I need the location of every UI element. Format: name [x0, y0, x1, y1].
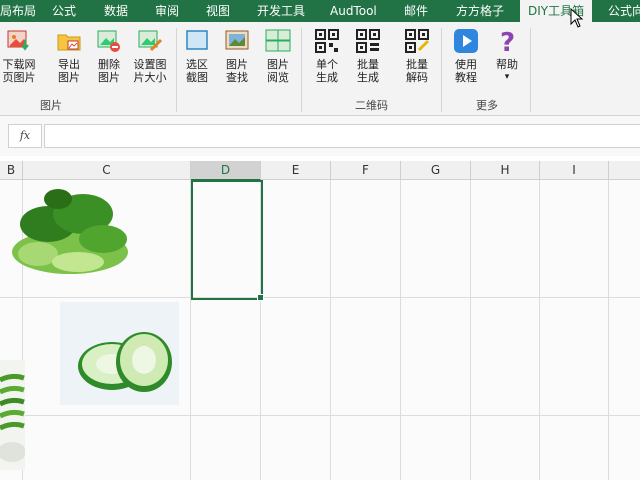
- export-pictures-button[interactable]: 导出 图片: [50, 28, 88, 84]
- delete-picture-icon: [97, 30, 120, 52]
- group-label-more: 更多: [476, 99, 498, 112]
- tab-developer[interactable]: 开发工具: [257, 0, 305, 22]
- tab-data[interactable]: 数据: [104, 0, 128, 22]
- set-picture-size-label2: 片大小: [133, 71, 167, 84]
- mouse-cursor-icon: [570, 8, 584, 28]
- qr-decode-label2: 解码: [406, 71, 428, 84]
- browse-picture-label2: 阅览: [267, 71, 289, 84]
- tab-formula-more[interactable]: 公式向: [608, 0, 640, 22]
- group-divider: [441, 28, 442, 112]
- export-pictures-label1: 导出: [58, 58, 80, 71]
- qr-single-icon: [315, 29, 339, 53]
- download-web-pictures-button[interactable]: 下载网 页图片: [0, 28, 38, 84]
- group-divider: [301, 28, 302, 112]
- find-picture-icon: [225, 30, 249, 50]
- region-screenshot-button[interactable]: 选区 截图: [178, 28, 216, 84]
- tutorial-button[interactable]: 使用 教程: [447, 28, 485, 84]
- help-icon: ?: [500, 28, 515, 54]
- grid-line: [470, 180, 471, 480]
- set-picture-size-label1: 设置图: [133, 58, 167, 71]
- resize-picture-icon: [138, 30, 163, 52]
- selected-cell-d[interactable]: [191, 180, 263, 300]
- find-picture-button[interactable]: 图片 查找: [218, 28, 256, 84]
- qr-batch-label1: 批量: [357, 58, 379, 71]
- formula-bar: fx: [0, 116, 640, 156]
- ribbon: 下载网 页图片 导出 图片 删除 图片 设置图 片大小 图片 选区 截图 图片 …: [0, 22, 640, 116]
- group-label-qrcode: 二维码: [355, 99, 388, 112]
- fill-handle[interactable]: [257, 294, 264, 301]
- delete-pictures-label2: 图片: [98, 71, 120, 84]
- download-web-pictures-label1: 下载网: [2, 58, 36, 71]
- column-header-h[interactable]: H: [471, 161, 540, 180]
- qr-batch-generate-button[interactable]: 批量 生成: [349, 28, 387, 84]
- tab-formulas[interactable]: 公式: [52, 0, 76, 22]
- download-web-pictures-label2: 页图片: [2, 71, 36, 84]
- column-header-b[interactable]: B: [0, 161, 23, 180]
- find-picture-label1: 图片: [226, 58, 248, 71]
- column-header-c[interactable]: C: [23, 161, 191, 180]
- grid-line: [539, 180, 540, 480]
- qr-decode-icon: [405, 29, 430, 53]
- tab-fangfang[interactable]: 方方格子: [456, 0, 504, 22]
- find-picture-label2: 查找: [226, 71, 248, 84]
- qr-single-label1: 单个: [316, 58, 338, 71]
- column-header-g[interactable]: G: [401, 161, 471, 180]
- help-button[interactable]: ? 帮助 ▾: [488, 28, 526, 84]
- set-picture-size-button[interactable]: 设置图 片大小: [128, 28, 172, 84]
- group-divider: [530, 28, 531, 112]
- tab-page-layout[interactable]: 局布局: [0, 0, 36, 22]
- qr-batch-decode-button[interactable]: 批量 解码: [398, 28, 436, 84]
- browse-picture-icon: [265, 29, 291, 52]
- worksheet-grid[interactable]: [0, 180, 640, 480]
- formula-input[interactable]: [44, 124, 640, 148]
- qr-batch-label2: 生成: [357, 71, 379, 84]
- grid-line: [330, 180, 331, 480]
- help-dropdown-arrow[interactable]: ▾: [488, 71, 526, 84]
- qr-single-generate-button[interactable]: 单个 生成: [308, 28, 346, 84]
- svg-text:?: ?: [500, 28, 515, 54]
- tab-mail[interactable]: 邮件: [404, 0, 428, 22]
- screenshot-icon: [186, 30, 208, 50]
- export-pictures-label2: 图片: [58, 71, 80, 84]
- green-beans-picture[interactable]: [0, 360, 25, 470]
- qr-decode-label1: 批量: [406, 58, 428, 71]
- grid-line: [608, 180, 609, 480]
- ribbon-tab-bar: 局布局 公式 数据 审阅 视图 开发工具 AudTool 邮件 方方格子 DIY…: [0, 0, 640, 22]
- tutorial-label1: 使用: [455, 58, 477, 71]
- delete-pictures-label1: 删除: [98, 58, 120, 71]
- grid-line: [0, 297, 640, 298]
- group-label-pictures: 图片: [40, 99, 62, 112]
- region-screenshot-label1: 选区: [186, 58, 208, 71]
- winter-melon-drawing: [78, 332, 172, 392]
- fx-button[interactable]: fx: [8, 124, 42, 148]
- column-header-j[interactable]: [609, 161, 640, 180]
- delete-pictures-button[interactable]: 删除 图片: [90, 28, 128, 84]
- winter-melon-picture[interactable]: [60, 302, 179, 405]
- group-divider: [176, 28, 177, 112]
- column-header-e[interactable]: E: [261, 161, 331, 180]
- tutorial-label2: 教程: [455, 71, 477, 84]
- tutorial-icon: [454, 29, 478, 53]
- column-header-f[interactable]: F: [331, 161, 401, 180]
- export-picture-icon: [57, 34, 81, 51]
- tab-audtool[interactable]: AudTool: [330, 0, 377, 22]
- column-header-d[interactable]: D: [191, 161, 261, 181]
- bok-choy-picture[interactable]: [8, 184, 132, 278]
- tab-review[interactable]: 审阅: [155, 0, 179, 22]
- column-header-i[interactable]: I: [540, 161, 609, 180]
- qr-batch-icon: [356, 29, 380, 53]
- tab-view[interactable]: 视图: [206, 0, 230, 22]
- help-label1: 帮助: [496, 58, 518, 71]
- browse-picture-label1: 图片: [267, 58, 289, 71]
- download-picture-icon: [7, 30, 29, 51]
- qr-single-label2: 生成: [316, 71, 338, 84]
- region-screenshot-label2: 截图: [186, 71, 208, 84]
- browse-picture-button[interactable]: 图片 阅览: [259, 28, 297, 84]
- grid-line: [400, 180, 401, 480]
- grid-line: [0, 415, 640, 416]
